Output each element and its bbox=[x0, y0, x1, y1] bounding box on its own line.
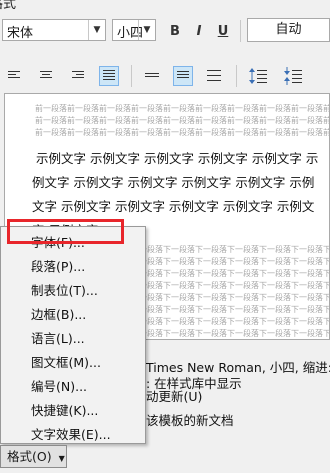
align-center-icon bbox=[39, 71, 53, 80]
increase-paragraph-spacing-button[interactable] bbox=[248, 66, 268, 86]
one-half-spacing-button[interactable] bbox=[173, 66, 193, 86]
increase-spacing-icon bbox=[249, 68, 267, 84]
align-center-button[interactable] bbox=[36, 67, 56, 87]
previous-paragraph-text: 前一段落前一段落前一段落前一段落前一段落前一段落前一段落前一段落前一段落前一段落… bbox=[35, 128, 329, 137]
decrease-paragraph-spacing-button[interactable] bbox=[283, 66, 303, 86]
toolbar-divider bbox=[240, 20, 241, 42]
menu-item-language[interactable]: 语言(L)... bbox=[31, 328, 85, 347]
align-right-icon bbox=[70, 71, 84, 80]
previous-paragraph-text: 前一段落前一段落前一段落前一段落前一段落前一段落前一段落前一段落前一段落前一段落… bbox=[35, 116, 329, 125]
menu-item-border[interactable]: 边框(B)... bbox=[31, 304, 86, 323]
decrease-spacing-icon bbox=[284, 67, 302, 85]
align-left-icon bbox=[8, 71, 22, 80]
menu-item-paragraph[interactable]: 段落(P)... bbox=[31, 256, 85, 275]
double-spacing-button[interactable] bbox=[204, 67, 224, 87]
bold-button[interactable]: B bbox=[166, 21, 184, 41]
format-button-label: 格式(O) bbox=[7, 449, 52, 464]
font-color-select[interactable]: 自动 bbox=[247, 18, 330, 42]
one-half-spacing-icon bbox=[177, 71, 189, 80]
sample-text-line: 示例文字 示例文字 示例文字 示例文字 示例文字 示 bbox=[36, 151, 319, 166]
menu-item-text-effects[interactable]: 文字效果(E)... bbox=[31, 424, 111, 443]
menu-item-numbering[interactable]: 编号(N)... bbox=[31, 376, 87, 395]
format-button[interactable]: 格式(O) ▼ bbox=[0, 445, 67, 468]
justify-icon bbox=[103, 70, 115, 82]
toolbar-divider bbox=[131, 65, 132, 87]
italic-button[interactable]: I bbox=[190, 21, 208, 41]
previous-paragraph-text: 前一段落前一段落前一段落前一段落前一段落前一段落前一段落前一段落前一段落前一段落… bbox=[35, 104, 329, 113]
double-spacing-icon bbox=[207, 70, 221, 83]
font-size-combo[interactable]: 小四 ▼ bbox=[112, 19, 156, 41]
sample-text-line: 例文字 示例文字 示例文字 示例文字 示例文字 示例 bbox=[32, 175, 315, 190]
new-documents-label[interactable]: 该模板的新文档 bbox=[146, 410, 234, 429]
format-context-menu: 字体(F)... 段落(P)... 制表位(T)... 边框(B)... 语言(… bbox=[0, 226, 146, 444]
chevron-down-icon[interactable]: ▼ bbox=[138, 20, 155, 40]
menu-item-shortcut-key[interactable]: 快捷键(K)... bbox=[31, 400, 98, 419]
paragraph-highlight-box bbox=[7, 219, 124, 244]
chevron-down-icon: ▼ bbox=[58, 454, 65, 463]
justify-button[interactable] bbox=[99, 66, 119, 86]
auto-update-label[interactable]: 动更新(U) bbox=[146, 386, 202, 405]
menu-item-tabs[interactable]: 制表位(T)... bbox=[31, 280, 98, 299]
single-spacing-icon bbox=[145, 73, 159, 79]
section-title: 格式 bbox=[0, 0, 17, 12]
menu-item-frame[interactable]: 图文框(M)... bbox=[31, 352, 101, 371]
align-right-button[interactable] bbox=[67, 67, 87, 87]
align-left-button[interactable] bbox=[5, 67, 25, 87]
font-name-combo[interactable]: 宋体 ▼ bbox=[2, 19, 106, 41]
sample-text-line: 文字 示例文字 示例文字 示例文字 示例文字 示例文 bbox=[32, 199, 315, 214]
single-spacing-button[interactable] bbox=[142, 67, 162, 87]
chevron-down-icon[interactable]: ▼ bbox=[88, 20, 105, 40]
toolbar-divider bbox=[236, 65, 237, 87]
underline-button[interactable]: U bbox=[214, 21, 232, 41]
font-name-value: 宋体 bbox=[7, 26, 34, 41]
